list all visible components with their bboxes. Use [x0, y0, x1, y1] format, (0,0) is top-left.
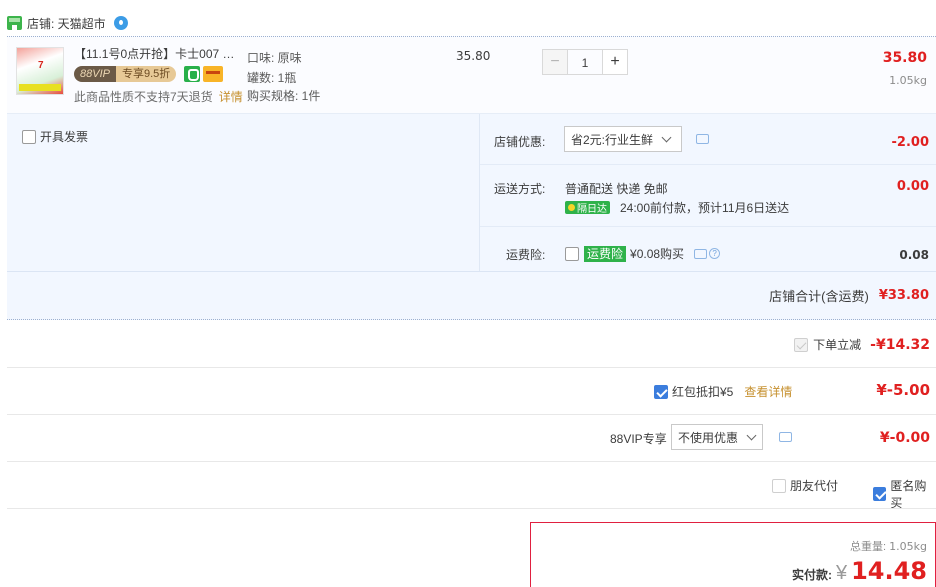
vip88-amount: ¥-0.00 [879, 430, 930, 446]
divider [480, 226, 936, 227]
red-packet-amount: ¥-5.00 [876, 381, 930, 399]
vip88-select[interactable]: 不使用优惠 [671, 424, 763, 450]
chevron-down-icon [746, 430, 757, 440]
next-day-tag: 隔日达 [565, 201, 610, 215]
shipping-label: 运送方式: [494, 182, 546, 196]
no-return-text: 此商品性质不支持7天退货 [74, 90, 213, 104]
insurance-checkbox[interactable] [565, 246, 579, 261]
divider [7, 271, 936, 272]
guarantee-icon [184, 66, 200, 82]
shop-discount-select[interactable]: 省2元:行业生鲜 [564, 126, 682, 152]
item-total-price: 35.80 [882, 50, 927, 66]
shop-discount-amount: -2.00 [891, 135, 929, 150]
instant-discount-amount: -¥14.32 [870, 336, 930, 353]
shop-header: 店铺: 天猫超市 [7, 14, 128, 32]
panel-divider [479, 114, 480, 271]
divider [7, 461, 936, 462]
spec-purchase: 购买规格: 1件 [247, 89, 321, 103]
vip-discount-badge: 88VIP 专享9.5折 [74, 66, 177, 82]
total-weight: 总重量: 1.05kg [850, 538, 927, 554]
friend-pay-checkbox[interactable] [772, 478, 786, 493]
product-title[interactable]: 【11.1号0点开抢】卡士007 家庭装原味酸奶1.05kg [74, 45, 244, 62]
actual-payment: 实付款: ¥ 14.48 [792, 557, 927, 585]
help-icon[interactable]: ? [709, 248, 721, 259]
shipping-method: 普通配送 快递 免邮 [565, 182, 668, 196]
chevron-down-icon [661, 132, 672, 142]
shipping-amount: 0.00 [896, 179, 929, 194]
shop-name[interactable]: 店铺: 天猫超市 [27, 15, 106, 32]
shop-total: 店铺合计(含运费) ¥33.80 [769, 286, 929, 305]
shop-total-amount: ¥33.80 [878, 288, 929, 303]
red-packet-checkbox[interactable] [654, 384, 668, 399]
vip88-value: 不使用优惠 [678, 430, 739, 445]
quantity-input[interactable]: 1 [568, 49, 602, 75]
instant-discount-label: 下单立减 [813, 338, 862, 352]
quantity-increase-button[interactable]: + [602, 49, 628, 75]
tmall-supermarket-icon [7, 16, 22, 30]
total-weight-label: 总重量: [850, 541, 887, 553]
shop-discount-value: 省2元:行业生鲜 [571, 132, 654, 147]
instant-discount-checkbox [794, 337, 809, 352]
anonymous-option[interactable]: 匿名购买 [873, 477, 936, 511]
vip-badge-discount: 专享9.5折 [115, 66, 177, 82]
invoice-label: 开具发票 [40, 130, 89, 144]
item-weight: 1.05kg [889, 74, 927, 87]
vip88-label: 88VIP专享 [610, 432, 667, 446]
shop-discount-label: 店铺优惠: [494, 135, 546, 149]
red-packet-label: 红包抵扣¥5 [672, 385, 734, 399]
insurance-tag: 运费险 [584, 245, 627, 262]
insurance-option: 运费险 ¥0.08购买 ? [565, 245, 721, 262]
anonymous-label: 匿名购买 [890, 479, 927, 510]
invoice-option[interactable]: 开具发票 [22, 128, 88, 145]
clock-icon [568, 204, 575, 211]
insurance-price: ¥0.08购买 [630, 247, 685, 261]
message-icon[interactable] [779, 432, 792, 442]
order-options-panel: 开具发票 店铺优惠: 省2元:行业生鲜 -2.00 运送方式: 普通配送 快递 … [7, 114, 936, 320]
no-return-detail-link[interactable]: 详情 [219, 90, 243, 104]
red-packet-detail-link[interactable]: 查看详情 [744, 383, 792, 400]
friend-pay-option[interactable]: 朋友代付 [772, 477, 838, 494]
insurance-label: 运费险: [506, 248, 546, 262]
shipping-eta: 隔日达 24:00前付款，预计11月6日送达 [565, 199, 789, 216]
actual-payment-amount: 14.48 [851, 557, 927, 585]
message-icon[interactable] [696, 134, 709, 144]
divider [7, 508, 936, 509]
total-weight-value: 1.05kg [889, 540, 927, 553]
instant-discount-row: 下单立减 -¥14.32 [794, 336, 930, 353]
shipping-note: 24:00前付款，预计11月6日送达 [620, 201, 790, 215]
insurance-amount: 0.08 [899, 248, 929, 262]
friend-pay-label: 朋友代付 [790, 479, 839, 493]
invoice-checkbox[interactable] [22, 129, 36, 144]
order-item-row: 【11.1号0点开抢】卡士007 家庭装原味酸奶1.05kg 88VIP 专享9… [7, 36, 936, 114]
payment-summary: 总重量: 1.05kg 实付款: ¥ 14.48 [530, 522, 936, 587]
red-packet-row: 红包抵扣¥5 查看详情 [654, 383, 792, 400]
message-icon[interactable] [694, 248, 708, 259]
divider [7, 414, 936, 415]
wangwang-chat-icon[interactable] [113, 16, 128, 30]
spec-flavor: 口味: 原味 [247, 51, 302, 65]
unit-price: 35.80 [456, 49, 491, 63]
divider [7, 367, 936, 368]
credit-card-icon [203, 66, 223, 82]
spec-count: 罐数: 1瓶 [247, 71, 297, 85]
quantity-stepper: − 1 + [542, 49, 628, 75]
product-thumbnail[interactable] [16, 47, 64, 95]
divider [480, 164, 936, 165]
actual-payment-label: 实付款: [791, 568, 832, 582]
next-day-tag-text: 隔日达 [577, 204, 607, 215]
vip-badge-label: 88VIP [74, 66, 116, 82]
quantity-decrease-button[interactable]: − [542, 49, 568, 75]
shop-total-label: 店铺合计(含运费) [769, 289, 869, 304]
anonymous-checkbox[interactable] [873, 487, 887, 501]
no-return-notice: 此商品性质不支持7天退货 详情 [74, 88, 243, 105]
currency-symbol: ¥ [835, 562, 848, 584]
